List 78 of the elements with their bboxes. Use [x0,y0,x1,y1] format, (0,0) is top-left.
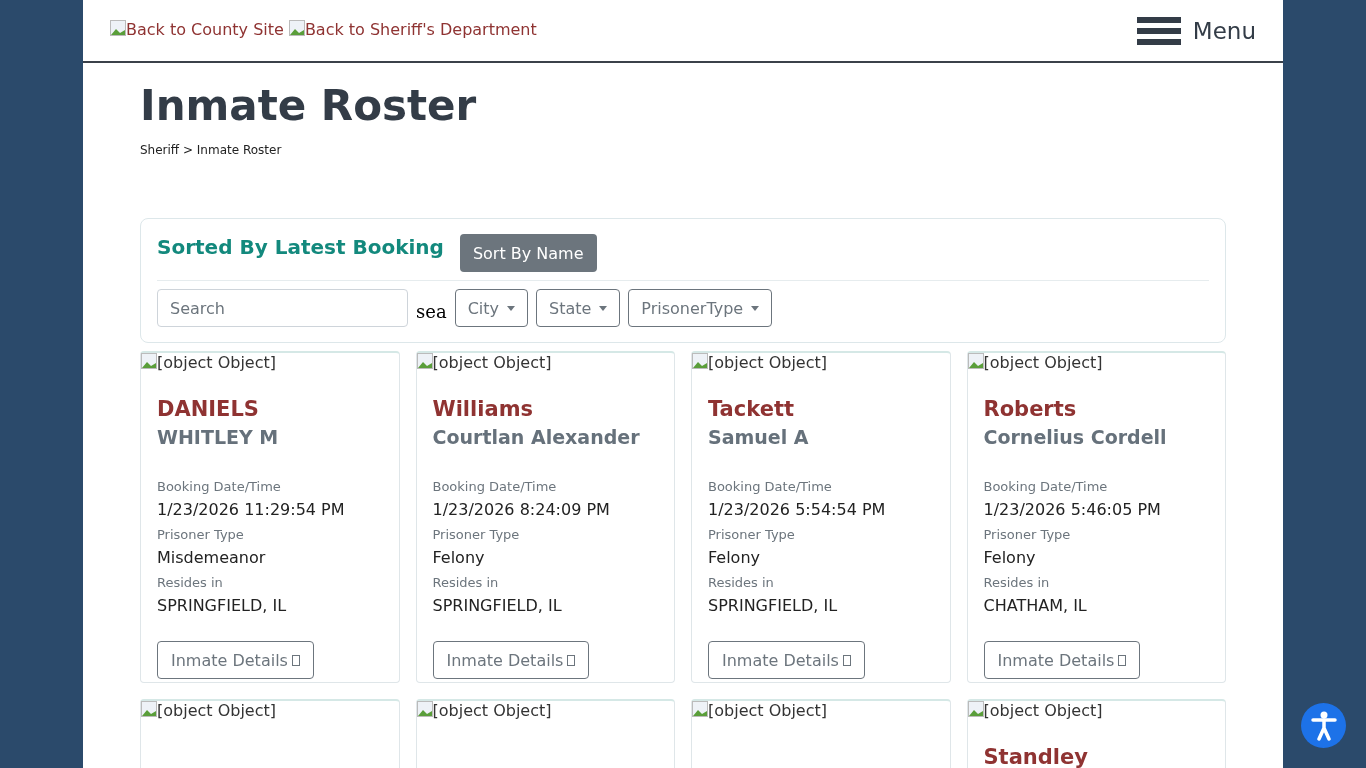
broken-image-icon [416,353,433,369]
inmate-first-name: WHITLEY M [157,425,280,450]
field-label: Prisoner Type [432,526,521,544]
residence: CHATHAM, IL [983,595,1088,617]
search-label: sea [416,300,447,322]
image-alt-text: [object Object] [708,353,827,373]
image-alt-text: [object Object] [157,701,276,721]
accessibility-icon [1310,710,1337,741]
inmate-last-name: Williams [432,397,534,421]
field-label: Prisoner Type [157,526,245,544]
field-label: Booking Date/Time [983,478,1109,496]
menu-button[interactable]: Menu [1136,16,1256,45]
field-label: Prisoner Type [983,526,1072,544]
booking-date: 1/23/2026 8:24:09 PM [432,499,611,521]
prisoner-type: Felony [708,547,761,569]
residence: SPRINGFIELD, IL [157,595,288,617]
inmate-details-button[interactable]: Inmate Details [983,641,1141,679]
inmate-last-name: Roberts [983,397,1078,421]
residence: SPRINGFIELD, IL [708,595,839,617]
missing-glyph-icon [1118,654,1127,666]
prisoner-type: Felony [432,547,486,569]
field-label: Resides in [983,574,1051,592]
page-title: Inmate Roster [140,81,478,131]
missing-glyph-icon [291,654,300,666]
broken-image-icon [141,701,157,717]
search-field[interactable]: Search [157,289,408,327]
broken-image-icon [141,353,157,369]
prisoner-type: Misdemeanor [157,547,267,569]
residence: SPRINGFIELD, IL [432,595,563,617]
missing-glyph-icon [842,654,851,666]
image-alt-text: [object Object] [432,353,552,373]
menu-label: Menu [1192,17,1256,44]
broken-image-icon [692,353,708,369]
caret-icon [507,305,515,311]
broken-image-icon [967,701,984,717]
inmate-first-name: Courtlan Alexander [432,425,641,450]
image-alt-text: [object Object] [708,701,827,721]
field-label: Booking Date/Time [708,478,833,496]
image-alt-text: [object Object] [983,701,1103,721]
accessibility-button[interactable] [1301,703,1346,748]
inmate-last-name: DANIELS [157,397,260,421]
inmate-details-button[interactable]: Inmate Details [432,641,590,679]
field-label: Resides in [432,574,500,592]
inmate-last-name: Standley [983,745,1089,768]
image-alt-text: [object Object] [157,353,276,373]
prisoner-type: Felony [983,547,1037,569]
caret-icon [599,305,608,311]
image-alt-text: [object Object] [983,353,1103,373]
booking-date: 1/23/2026 5:46:05 PM [983,499,1162,521]
menu-icon [1136,16,1181,45]
sort-heading: Sorted By Latest Booking [157,234,444,260]
inmate-last-name: Tackett [708,397,795,421]
header-link[interactable]: Back to County Site [110,20,284,39]
image-alt-text: [object Object] [432,701,552,721]
field-label: Booking Date/Time [157,478,282,496]
filter-dropdown[interactable]: State [536,289,621,327]
field-label: Resides in [157,574,224,592]
caret-icon [751,305,760,311]
broken-image-icon [967,353,984,369]
inmate-first-name: Samuel A [708,425,810,450]
filter-dropdown[interactable]: City [454,289,528,327]
booking-date: 1/23/2026 5:54:54 PM [708,499,887,521]
broken-image-icon [110,20,126,36]
missing-glyph-icon [567,654,576,666]
inmate-details-button[interactable]: Inmate Details [708,641,865,679]
sort-button[interactable]: Sort By Name [459,234,597,272]
inmate-first-name: Cornelius Cordell [983,425,1168,450]
filter-dropdown[interactable]: PrisonerType [628,289,773,327]
inmate-details-button[interactable]: Inmate Details [157,641,314,679]
breadcrumb: Sheriff > Inmate Roster [140,143,283,157]
field-label: Resides in [708,574,775,592]
broken-image-icon [692,701,708,717]
header-link[interactable]: Back to Sheriff's Department [288,20,537,39]
booking-date: 1/23/2026 11:29:54 PM [157,499,346,521]
field-label: Prisoner Type [708,526,796,544]
field-label: Booking Date/Time [432,478,558,496]
broken-image-icon [416,701,433,717]
broken-image-icon [288,20,305,36]
